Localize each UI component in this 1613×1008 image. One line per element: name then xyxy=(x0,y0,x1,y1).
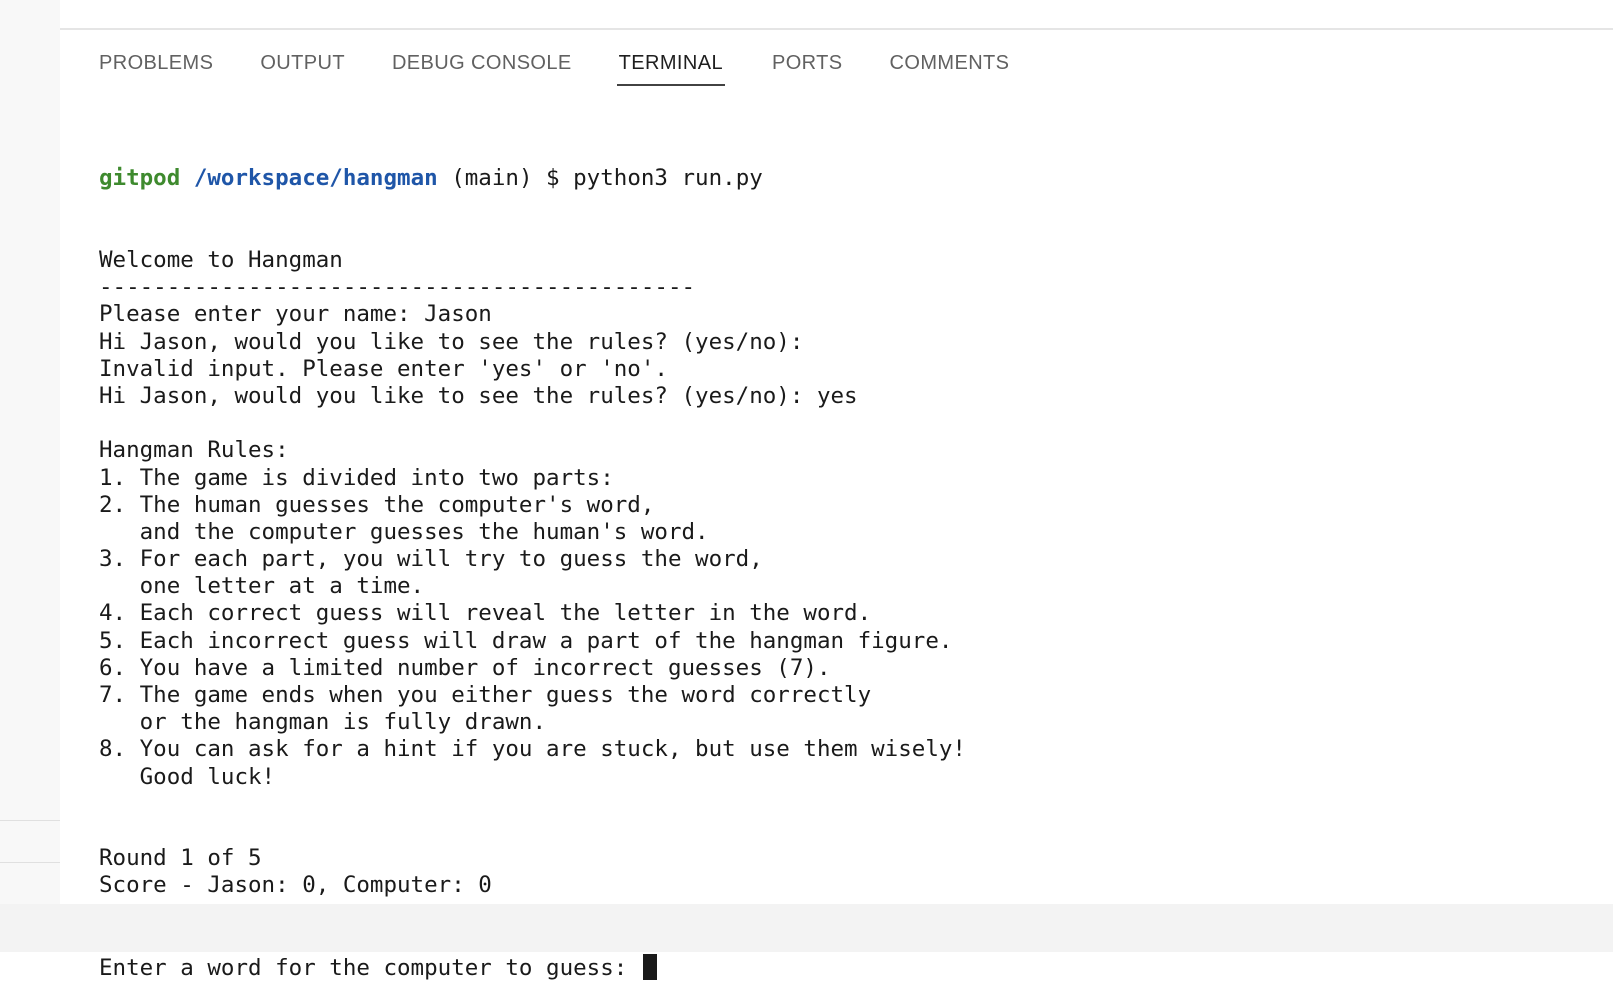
terminal-line: Score - Jason: 0, Computer: 0 xyxy=(99,872,492,899)
prompt-branch: (main) $ xyxy=(437,165,574,192)
terminal-line: 7. The game ends when you either guess t… xyxy=(99,682,872,708)
terminal-line: or the hangman is fully drawn. xyxy=(99,709,547,736)
terminal-prompt-line: gitpod /workspace/hangman (main) $ pytho… xyxy=(99,165,1579,192)
terminal-line: ----------------------------------------… xyxy=(99,274,696,301)
terminal-line: Good luck! xyxy=(99,763,276,790)
terminal-line: one letter at a time. xyxy=(99,573,425,600)
bottom-bar xyxy=(0,904,1613,952)
terminal-line: Please enter your name: Jason xyxy=(99,301,492,328)
prompt-command: python3 run.py xyxy=(573,165,763,192)
left-gutter xyxy=(0,0,60,930)
terminal-line: Invalid input. Please enter 'yes' or 'no… xyxy=(99,355,668,382)
terminal-line: and the computer guesses the human's wor… xyxy=(99,518,709,545)
tab-terminal[interactable]: TERMINAL xyxy=(616,48,725,86)
tab-output[interactable]: OUTPUT xyxy=(260,48,345,80)
terminal-line: Hangman Rules: xyxy=(99,437,289,464)
terminal-line: 4. Each correct guess will reveal the le… xyxy=(99,600,872,627)
prompt-path: /workspace/hangman xyxy=(193,165,438,192)
terminal-line: Hi Jason, would you like to see the rule… xyxy=(99,328,817,355)
prompt-user: gitpod xyxy=(99,165,181,192)
gutter-divider xyxy=(0,862,60,863)
terminal-line: 3. For each part, you will try to guess … xyxy=(99,546,763,573)
tab-comments[interactable]: COMMENTS xyxy=(890,48,1010,80)
terminal-cursor xyxy=(642,953,657,980)
terminal-line: Round 1 of 5 xyxy=(99,845,262,872)
tab-debug-console[interactable]: DEBUG CONSOLE xyxy=(392,48,572,80)
input-prompt: Enter a word for the computer to guess: xyxy=(99,954,641,981)
terminal-line: 6. You have a limited number of incorrec… xyxy=(99,654,831,681)
gutter-divider xyxy=(0,820,60,821)
panel-top-border xyxy=(60,28,1613,30)
terminal-line: 1. The game is divided into two parts: xyxy=(99,464,614,491)
terminal-output[interactable]: gitpod /workspace/hangman (main) $ pytho… xyxy=(99,111,1579,981)
terminal-line: 8. You can ask for a hint if you are stu… xyxy=(99,736,966,763)
terminal-line: Hi Jason, would you like to see the rule… xyxy=(99,382,858,409)
terminal-lines: Welcome to Hangman ----------------------… xyxy=(99,247,1579,900)
terminal-line: 5. Each incorrect guess will draw a part… xyxy=(99,627,953,654)
terminal-input-line[interactable]: Enter a word for the computer to guess: xyxy=(99,953,1579,981)
panel-tabs: PROBLEMS OUTPUT DEBUG CONSOLE TERMINAL P… xyxy=(99,48,1056,88)
tab-problems[interactable]: PROBLEMS xyxy=(99,48,213,80)
terminal-line: 2. The human guesses the computer's word… xyxy=(99,491,655,518)
terminal-line: Welcome to Hangman xyxy=(99,247,343,273)
tab-ports[interactable]: PORTS xyxy=(772,48,843,80)
